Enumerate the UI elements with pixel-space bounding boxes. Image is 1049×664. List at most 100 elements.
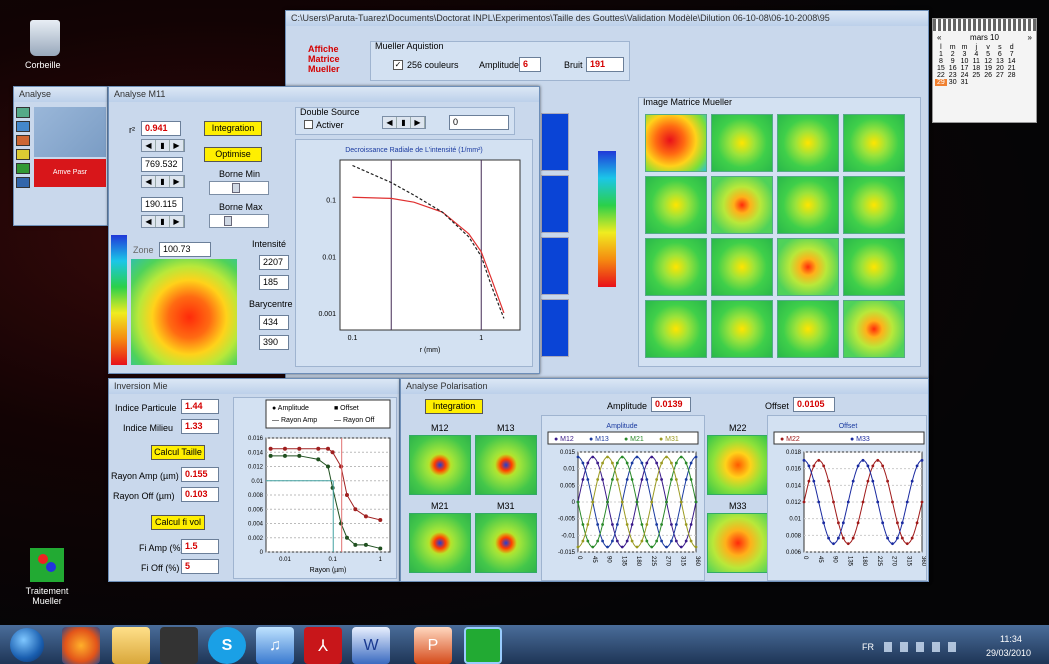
intensity-min-input[interactable]: 185 [259,275,289,290]
firefox-icon[interactable] [62,627,100,664]
calendar-day[interactable]: 19 [982,65,994,72]
integration-button[interactable]: Integration [204,121,262,136]
calendar-day[interactable] [994,79,1006,86]
calendar-gadget[interactable]: « mars 10 » lmmjvsd 1 2 3 4 5 6 7 8 9 10 11 12 13 14 1… [932,18,1037,123]
calendar-day[interactable]: 20 [994,65,1006,72]
radial-plot-area [339,159,521,331]
calendar-day[interactable]: 8 [935,58,947,65]
calendar-day[interactable]: 30 [947,79,959,86]
tray-icons[interactable] [884,642,960,652]
calendar-day[interactable] [970,79,982,86]
barycentre-x-input[interactable]: 434 [259,315,289,330]
m22-thumb [707,435,769,495]
colors-check-label: 256 couleurs [407,60,459,70]
calendar-day[interactable]: 18 [970,65,982,72]
zone-input[interactable]: 100.73 [159,242,211,257]
clock-time[interactable]: 11:34 [1000,634,1022,644]
explorer-folder-icon[interactable] [112,627,150,664]
calendar-day[interactable]: 1 [935,51,947,58]
tool-icon-5[interactable] [16,163,30,174]
activate-checkbox[interactable] [304,120,313,129]
calendar-day[interactable]: 31 [959,79,971,86]
calc-vol-button[interactable]: Calcul fi vol [151,515,205,530]
calendar-day[interactable] [1006,79,1018,86]
calendar-day[interactable]: 14 [1006,58,1018,65]
clapper-icon[interactable] [160,627,198,664]
polar-integration-button[interactable]: Integration [425,399,483,414]
calendar-day[interactable]: 12 [982,58,994,65]
calendar-day[interactable]: 27 [994,72,1006,79]
start-button[interactable] [10,628,44,662]
calendar-day[interactable]: 5 [982,51,994,58]
acrobat-icon[interactable]: ⅄ [304,627,342,664]
calendar-day[interactable] [982,79,994,86]
clock-date[interactable]: 29/03/2010 [986,648,1031,658]
borne-max-slider[interactable] [209,214,269,228]
calendar-day[interactable]: 17 [959,65,971,72]
calendar-day[interactable]: 2 [947,51,959,58]
radius-amp-input[interactable]: 0.155 [181,467,219,482]
medium-index-input[interactable]: 1.33 [181,419,219,434]
polar-offset-input[interactable]: 0.0105 [793,397,835,412]
noise-input[interactable]: 191 [586,57,624,72]
calendar-next[interactable]: » [1028,33,1032,42]
particle-index-input[interactable]: 1.44 [181,399,219,414]
language-indicator[interactable]: FR [862,642,874,652]
calendar-day[interactable]: 10 [959,58,971,65]
itunes-icon[interactable]: ♫ [256,627,294,664]
r2-spinner[interactable]: ◀ ▮ ▶ [141,139,185,152]
value-2-spinner[interactable]: ◀ ▮ ▶ [141,175,185,188]
calendar-day[interactable]: 4 [970,51,982,58]
calendar-day[interactable]: 28 [1006,72,1018,79]
calendar-day[interactable]: 26 [982,72,994,79]
calendar-day[interactable]: 11 [970,58,982,65]
polar-amplitude-input[interactable]: 0.0139 [651,397,691,412]
matrix-cell [777,114,839,172]
calendar-day[interactable]: 29 [935,79,947,86]
calendar-day[interactable]: 6 [994,51,1006,58]
amplitude-label: Amplitude [479,60,520,70]
calendar-day[interactable]: 15 [935,65,947,72]
amplitude-input[interactable]: 6 [519,57,541,72]
double-source-spinner[interactable]: ◀ ▮ ▶ [382,116,426,129]
calendar-day[interactable]: 3 [959,51,971,58]
tool-icon-1[interactable] [16,107,30,118]
calendar-day[interactable]: 13 [994,58,1006,65]
calendar-day[interactable]: 22 [935,72,947,79]
calendar-day[interactable]: 16 [947,65,959,72]
calc-size-button[interactable]: Calcul Taille [151,445,205,460]
calendar-day[interactable]: 9 [947,58,959,65]
recycle-bin-icon[interactable] [30,20,60,56]
fi-off-input[interactable]: 5 [181,559,219,574]
double-source-input[interactable]: 0 [449,115,509,130]
tool-icon-2[interactable] [16,121,30,132]
calendar-day[interactable]: 24 [959,72,971,79]
calendar-day[interactable]: 23 [947,72,959,79]
value-2-input[interactable]: 769.532 [141,157,183,172]
intensity-max-input[interactable]: 2207 [259,255,289,270]
value-3-input[interactable]: 190.115 [141,197,183,212]
traitement-mueller-icon[interactable] [30,548,64,582]
offset-x-tick: 225 [876,556,882,567]
tool-icon-4[interactable] [16,149,30,160]
barycentre-y-input[interactable]: 390 [259,335,289,350]
tool-icon-6[interactable] [16,177,30,188]
value-3-spinner[interactable]: ◀ ▮ ▶ [141,215,185,228]
calendar-day[interactable]: 7 [1006,51,1018,58]
tool-icon-3[interactable] [16,135,30,146]
word-icon[interactable]: W [352,627,390,664]
calendar-prev[interactable]: « [937,33,941,42]
optimize-button[interactable]: Optimise [204,147,262,162]
borne-min-slider[interactable] [209,181,269,195]
mueller-app-icon[interactable] [464,627,502,664]
skype-icon[interactable]: S [208,627,246,664]
fi-amp-input[interactable]: 1.5 [181,539,219,554]
colors-checkbox[interactable]: ✓ [393,60,403,70]
calendar-day[interactable]: 21 [1006,65,1018,72]
r2-input[interactable]: 0.941 [141,121,181,136]
radius-off-input[interactable]: 0.103 [181,487,219,502]
offset-point [905,542,909,546]
calendar-day[interactable]: 25 [970,72,982,79]
amplitude-point [670,523,673,526]
powerpoint-icon[interactable]: P [414,627,452,664]
